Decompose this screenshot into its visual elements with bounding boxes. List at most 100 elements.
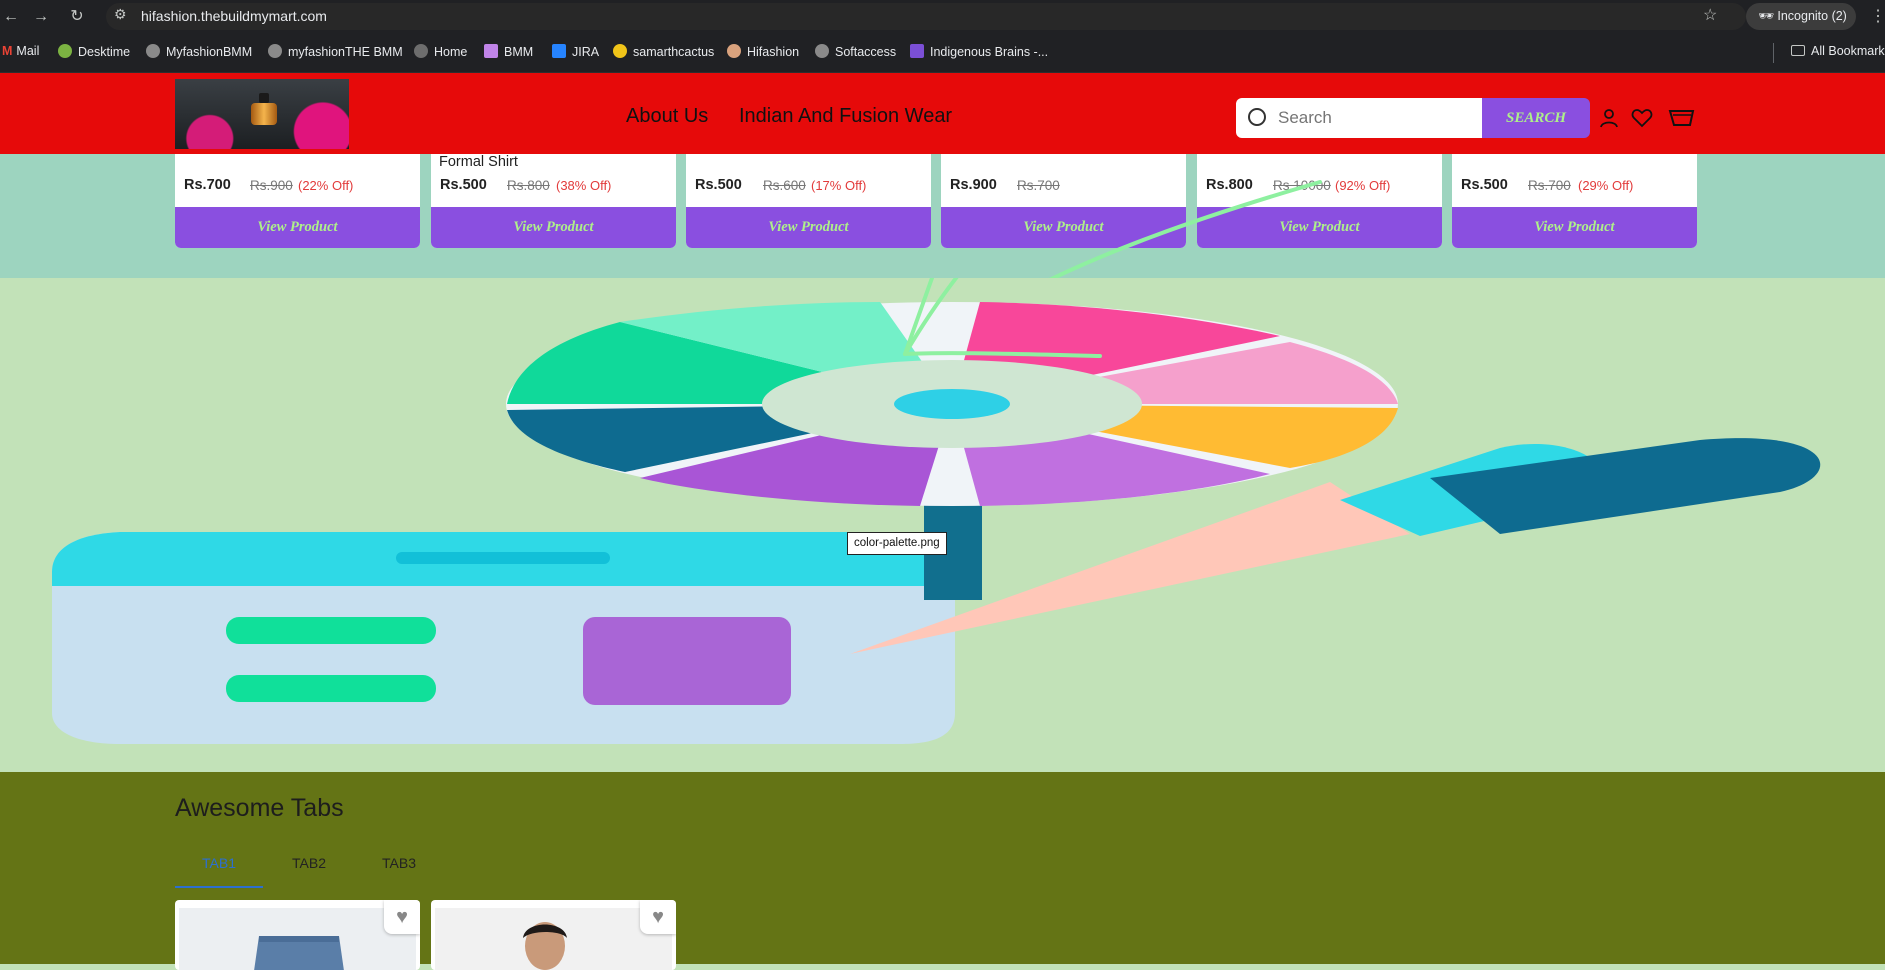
product-card[interactable]: Rs.900 Rs.700 View Product: [941, 154, 1186, 248]
bookmark-softaccess[interactable]: Softaccess: [815, 44, 896, 59]
incognito-icon: 🕶: [1758, 9, 1774, 23]
hifashion-icon: [727, 44, 741, 58]
bookmark-desktime[interactable]: Desktime: [58, 44, 130, 59]
user-icon[interactable]: [1597, 106, 1621, 130]
tab-product-card[interactable]: ♥: [175, 900, 420, 970]
globe-icon: [268, 44, 282, 58]
view-product-button[interactable]: View Product: [1197, 207, 1442, 248]
product-mrp: Rs.900: [250, 178, 293, 193]
tab-product-card[interactable]: ♥: [431, 900, 676, 970]
bmm-icon: [484, 44, 498, 58]
product-discount: (17% Off): [811, 178, 867, 193]
product-card[interactable]: Rs.800 Rs.10000 (92% Off) View Product: [1197, 154, 1442, 248]
view-product-button[interactable]: View Product: [175, 207, 420, 248]
search-input[interactable]: [1276, 106, 1466, 130]
product-card[interactable]: Formal Shirt Rs.500 Rs.800 (38% Off) Vie…: [431, 154, 676, 248]
bookmark-indigenous-brains[interactable]: Indigenous Brains -...: [910, 44, 1048, 59]
reload-icon[interactable]: ↻: [66, 6, 88, 28]
bookmarks-bar: M Mail Desktime MyfashionBMM myfashionTHE…: [0, 33, 1885, 73]
product-discount: (22% Off): [298, 178, 354, 193]
color-palette-illustration: [52, 278, 1821, 744]
palette-square: [583, 617, 791, 705]
product-price: Rs.500: [440, 177, 487, 193]
bookmark-bmm[interactable]: BMM: [484, 44, 533, 59]
forward-icon[interactable]: →: [30, 6, 52, 28]
home-site-icon: [414, 44, 428, 58]
gmail-icon: M: [2, 44, 13, 58]
nav-about-us[interactable]: About Us: [626, 105, 708, 128]
menu-icon[interactable]: ⋮: [1870, 6, 1885, 26]
perfume-bottle: [251, 103, 277, 125]
color-wheel-center: [894, 389, 1010, 419]
tab-3[interactable]: TAB3: [382, 855, 416, 871]
bookmark-myfashion-the-bmm[interactable]: myfashionTHE BMM: [268, 44, 403, 59]
product-mrp: Rs.10000: [1273, 178, 1331, 193]
product-card[interactable]: Rs.500 Rs.700 (29% Off) View Product: [1452, 154, 1697, 248]
bookmark-myfashionbmm[interactable]: MyfashionBMM: [146, 44, 252, 59]
palette-pill-bottom: [226, 675, 436, 702]
product-price: Rs.900: [950, 177, 997, 193]
awesome-tabs-section: Awesome Tabs TAB1 TAB2 TAB3 ♥ ♥: [0, 772, 1885, 970]
site-logo[interactable]: [175, 79, 349, 149]
product-strip: Rs.700 Rs.900 (22% Off) View Product For…: [0, 154, 1885, 278]
product-name: Formal Shirt: [439, 154, 518, 170]
product-discount: (92% Off): [1335, 178, 1391, 193]
active-tab-indicator: [175, 886, 263, 888]
perfume-cap: [259, 93, 269, 103]
address-bar[interactable]: ⚙ hifashion.thebuildmymart.com: [106, 3, 1746, 30]
view-product-button[interactable]: View Product: [941, 207, 1186, 248]
view-product-button[interactable]: View Product: [431, 207, 676, 248]
incognito-badge[interactable]: 🕶 Incognito (2): [1746, 3, 1856, 30]
favorite-heart-icon[interactable]: ♥: [640, 900, 676, 934]
globe-icon: [815, 44, 829, 58]
nav-indian-fusion-wear[interactable]: Indian And Fusion Wear: [739, 105, 952, 128]
product-discount: (38% Off): [556, 178, 612, 193]
bookmark-hifashion[interactable]: Hifashion: [727, 44, 799, 59]
tab-2[interactable]: TAB2: [292, 855, 326, 871]
incognito-label: Incognito (2): [1777, 9, 1847, 23]
indigenous-brains-icon: [910, 44, 924, 58]
all-bookmarks[interactable]: All Bookmarks: [1791, 44, 1885, 58]
back-icon[interactable]: ←: [0, 6, 22, 28]
folder-icon: [1791, 45, 1805, 56]
product-card[interactable]: Rs.500 Rs.600 (17% Off) View Product: [686, 154, 931, 248]
cart-icon[interactable]: [1668, 106, 1696, 130]
product-mrp: Rs.700: [1017, 178, 1060, 193]
bookmark-star-icon[interactable]: ☆: [1703, 5, 1717, 25]
view-product-button[interactable]: View Product: [1452, 207, 1697, 248]
product-price: Rs.500: [695, 177, 742, 193]
product-photo-model: [435, 908, 672, 970]
favorite-heart-icon[interactable]: ♥: [384, 900, 420, 934]
view-product-button[interactable]: View Product: [686, 207, 931, 248]
site-header: About Us Indian And Fusion Wear SEARCH: [0, 73, 1885, 154]
tab-1[interactable]: TAB1: [202, 855, 236, 871]
wishlist-heart-icon[interactable]: [1630, 106, 1654, 130]
palette-slot: [396, 552, 610, 564]
bookmark-jira[interactable]: JIRA: [552, 44, 599, 59]
site-settings-icon[interactable]: ⚙: [114, 6, 127, 23]
search-icon: [1248, 108, 1266, 126]
product-card[interactable]: Rs.700 Rs.900 (22% Off) View Product: [175, 154, 420, 248]
product-photo-jeans: [179, 908, 416, 970]
image-tooltip: color-palette.png: [847, 532, 947, 555]
url-text[interactable]: hifashion.thebuildmymart.com: [141, 8, 327, 24]
search-button[interactable]: SEARCH: [1482, 98, 1590, 138]
color-palette-banner: [0, 278, 1885, 772]
product-discount: (29% Off): [1578, 178, 1634, 193]
product-mrp: Rs.800: [507, 178, 550, 193]
samarthcactus-icon: [613, 44, 627, 58]
product-mrp: Rs.600: [763, 178, 806, 193]
product-price: Rs.500: [1461, 177, 1508, 193]
bookmark-home[interactable]: Home: [414, 44, 467, 59]
search-field[interactable]: [1236, 98, 1482, 138]
bookmark-mail[interactable]: M Mail: [2, 44, 39, 58]
product-mrp: Rs.700: [1528, 178, 1571, 193]
globe-icon: [146, 44, 160, 58]
bookmark-samarthcactus[interactable]: samarthcactus: [613, 44, 714, 59]
section-title: Awesome Tabs: [175, 794, 344, 822]
browser-toolbar: ← → ↻ ⚙ hifashion.thebuildmymart.com ☆ 🕶…: [0, 0, 1885, 33]
desktime-icon: [58, 44, 72, 58]
bookmarks-divider: [1773, 43, 1774, 63]
product-price: Rs.700: [184, 177, 231, 193]
palette-pill-top: [226, 617, 436, 644]
